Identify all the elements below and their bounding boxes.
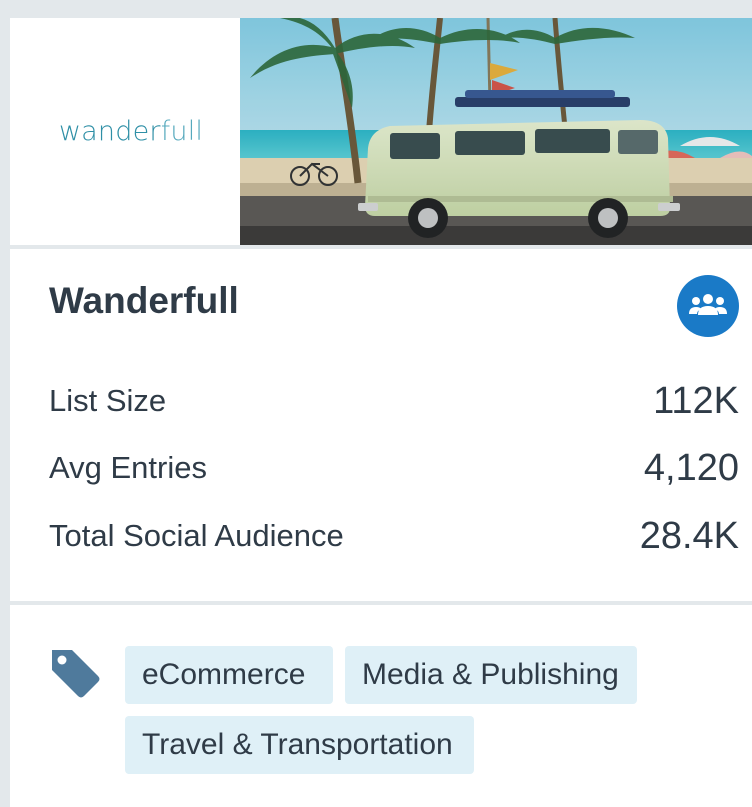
tag-icon: [52, 650, 100, 698]
logo-text-main: wander: [58, 116, 161, 147]
stat-label: List Size: [49, 383, 167, 418]
logo-wordmark: wanderfull: [59, 116, 203, 147]
stat-total-social-audience: Total Social Audience 28.4K: [49, 514, 739, 558]
audience-button[interactable]: [677, 275, 739, 337]
brand-card: wanderfull Wanderfull List Size 112K Avg…: [10, 18, 752, 807]
stat-value: 112K: [653, 379, 739, 422]
card-header: wanderfull: [10, 18, 752, 245]
stats-divider: [10, 601, 752, 605]
stat-value: 28.4K: [639, 514, 739, 557]
stat-avg-entries: Avg Entries 4,120: [49, 446, 739, 490]
header-divider: [10, 245, 752, 249]
cover-photo: [240, 18, 752, 245]
stat-label: Avg Entries: [49, 450, 207, 485]
logo-text-thin: full: [160, 116, 204, 147]
tag-chip[interactable]: Media & Publishing: [345, 646, 637, 704]
brand-logo: wanderfull: [10, 18, 240, 245]
brand-name: Wanderfull: [49, 280, 239, 321]
stat-value: 4,120: [643, 446, 739, 489]
users-group-icon: [689, 294, 727, 315]
stat-list-size: List Size 112K: [49, 379, 739, 423]
tag-chip[interactable]: eCommerce: [125, 646, 333, 704]
tag-chip[interactable]: Travel & Transportation: [125, 716, 474, 774]
stat-label: Total Social Audience: [49, 518, 344, 553]
